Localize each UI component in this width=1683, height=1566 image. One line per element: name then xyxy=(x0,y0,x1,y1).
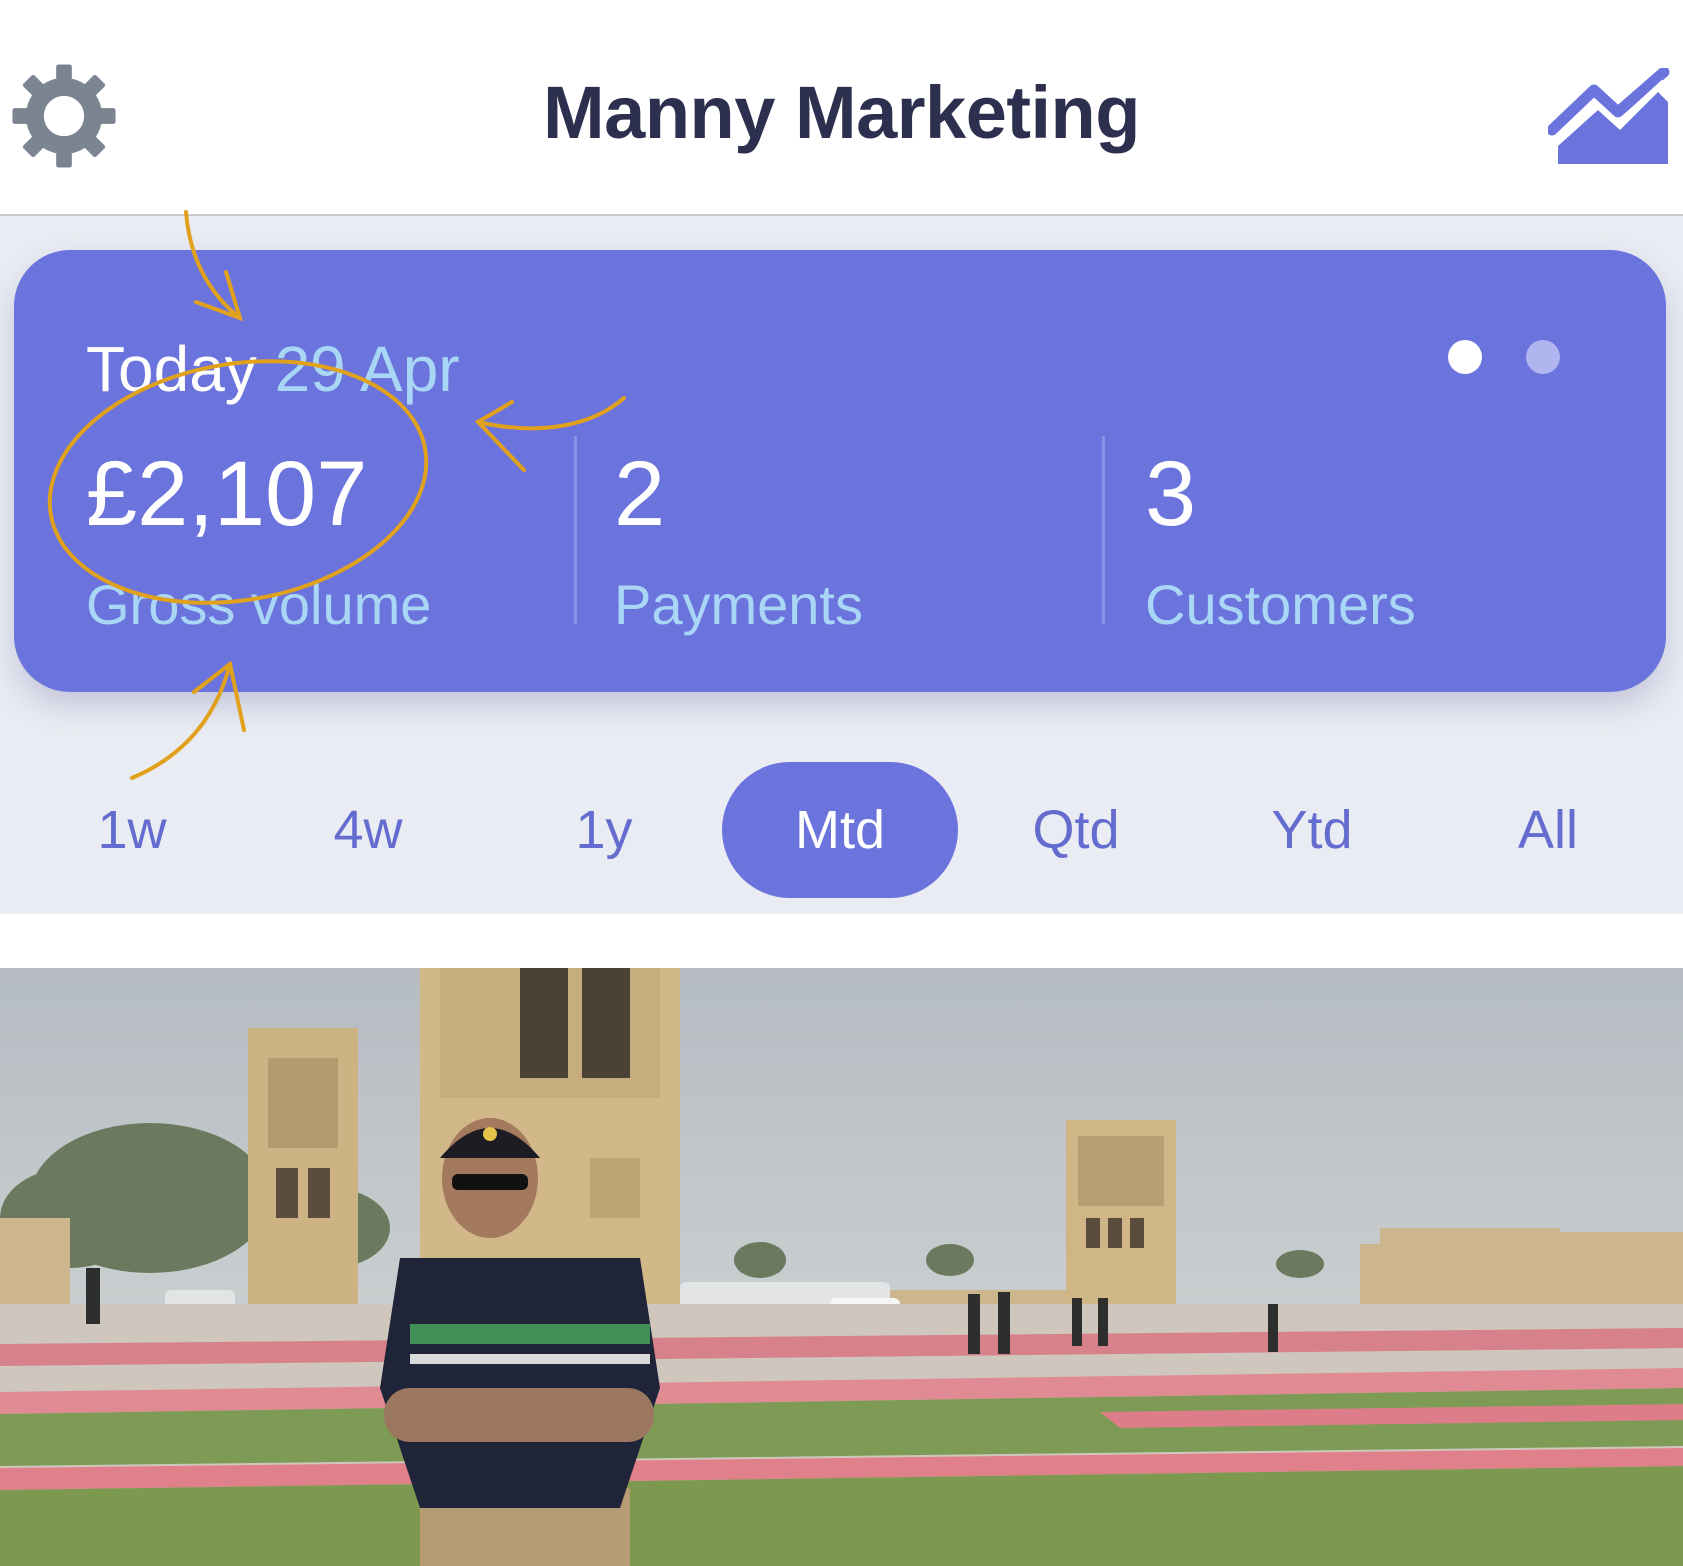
tab-ytd[interactable]: Ytd xyxy=(1194,762,1430,898)
stat-customers: 3 Customers xyxy=(1145,448,1416,637)
tab-1w[interactable]: 1w xyxy=(14,762,250,898)
page-dot-inactive[interactable] xyxy=(1526,340,1560,374)
top-bar: Manny Marketing xyxy=(0,0,1683,216)
today-label: Today xyxy=(86,333,257,405)
stat-divider xyxy=(574,436,577,624)
date-heading: Today 29 Apr xyxy=(86,332,460,406)
page-dot-active[interactable] xyxy=(1448,340,1482,374)
period-tabs: 1w 4w 1y Mtd Qtd Ytd All xyxy=(0,762,1683,902)
photo xyxy=(0,968,1683,1566)
customers-value: 3 xyxy=(1145,443,1197,545)
summary-card[interactable]: Today 29 Apr £2,107 Gross volume 2 Payme… xyxy=(14,250,1666,692)
page-title: Manny Marketing xyxy=(543,71,1140,154)
payments-label: Payments xyxy=(614,573,863,636)
wind-tower-right xyxy=(1066,1120,1176,1324)
stat-payments: 2 Payments xyxy=(614,448,863,637)
wind-tower-left xyxy=(248,1028,358,1308)
tab-4w[interactable]: 4w xyxy=(250,762,486,898)
gross-volume-value: £2,107 xyxy=(86,443,368,545)
tab-qtd[interactable]: Qtd xyxy=(958,762,1194,898)
trend-chart-icon[interactable] xyxy=(1548,68,1672,164)
photo-scene xyxy=(0,968,1683,1566)
gross-volume-label: Gross volume xyxy=(86,573,432,636)
dashboard-area: Today 29 Apr £2,107 Gross volume 2 Payme… xyxy=(0,216,1683,914)
date-label: 29 Apr xyxy=(274,333,460,405)
tab-mtd[interactable]: Mtd xyxy=(722,762,958,898)
stat-divider xyxy=(1102,436,1105,624)
tab-1y[interactable]: 1y xyxy=(486,762,722,898)
stat-gross-volume: £2,107 Gross volume xyxy=(86,448,431,637)
customers-label: Customers xyxy=(1145,573,1416,636)
payments-value: 2 xyxy=(614,443,666,545)
tab-all[interactable]: All xyxy=(1430,762,1666,898)
